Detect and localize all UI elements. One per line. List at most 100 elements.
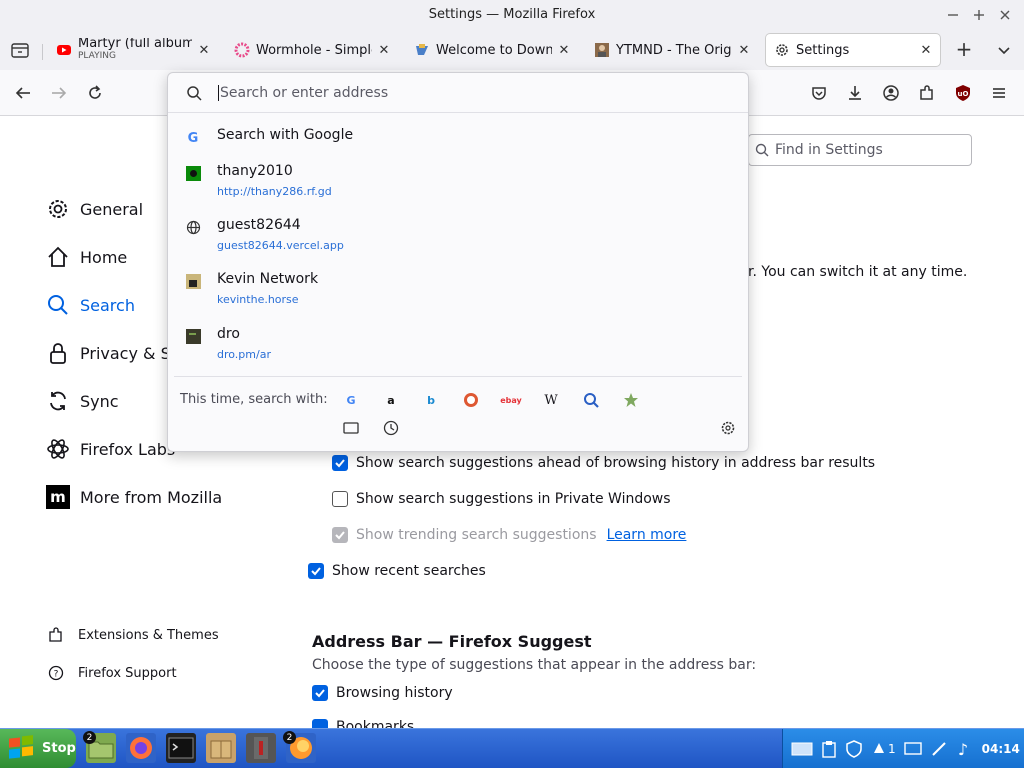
- tabs-search-icon[interactable]: [342, 419, 360, 437]
- tab-close-icon[interactable]: ✕: [558, 43, 570, 58]
- user-taskbar-icon[interactable]: [246, 733, 276, 763]
- tab-ytmnd[interactable]: YTMND - The Origin ✕: [586, 34, 758, 66]
- back-button[interactable]: [8, 78, 38, 108]
- volume-icon[interactable]: ♪: [956, 740, 970, 758]
- checkbox-checked-icon[interactable]: [312, 719, 328, 728]
- window-icon[interactable]: [903, 741, 922, 757]
- account-icon: [883, 85, 899, 101]
- sidebar-item-label: Firefox Labs: [80, 439, 176, 459]
- minimize-button[interactable]: [944, 6, 962, 24]
- suggestion-title: Search with Google: [217, 127, 354, 143]
- pocket-button[interactable]: [804, 78, 834, 108]
- tab-downth[interactable]: Welcome to DownTh ✕: [406, 34, 578, 66]
- archive-taskbar-icon[interactable]: [206, 733, 236, 763]
- find-in-settings-placeholder: Find in Settings: [775, 142, 883, 158]
- tab-close-icon[interactable]: ✕: [378, 43, 390, 58]
- urlbar-placeholder: Search or enter address: [218, 84, 389, 101]
- search-engine-icon[interactable]: [582, 391, 600, 409]
- list-all-tabs-button[interactable]: [994, 40, 1014, 60]
- download-icon: [849, 86, 861, 100]
- suggestion-title: thany2010: [217, 163, 293, 179]
- extensions-button[interactable]: [912, 78, 942, 108]
- private-windows-option[interactable]: Show search suggestions in Private Windo…: [332, 491, 671, 507]
- home-icon: [48, 246, 68, 267]
- star-engine-icon[interactable]: [622, 391, 640, 409]
- duckduckgo-engine-icon[interactable]: [462, 391, 480, 409]
- forward-button[interactable]: [44, 78, 74, 108]
- dro-favicon-icon: [186, 329, 201, 344]
- youtube-icon: [57, 45, 71, 55]
- google-engine-icon[interactable]: G: [342, 391, 360, 409]
- reload-button[interactable]: [80, 78, 110, 108]
- pen-icon[interactable]: [930, 740, 948, 758]
- clipboard-icon[interactable]: [821, 740, 837, 758]
- chevron-down-icon: [998, 47, 1010, 55]
- recent-searches-option[interactable]: Show recent searches: [308, 563, 486, 579]
- bing-engine-icon[interactable]: b: [422, 391, 440, 409]
- shield-icon[interactable]: [845, 739, 863, 758]
- start-button[interactable]: Stop: [0, 729, 76, 768]
- downloads-button[interactable]: [840, 78, 870, 108]
- history-search-icon[interactable]: [382, 419, 400, 437]
- sidebar-item-search[interactable]: Search: [46, 290, 135, 320]
- suggest-ahead-option[interactable]: Show search suggestions ahead of browsin…: [332, 455, 875, 471]
- extensions-themes-link[interactable]: Extensions & Themes: [48, 624, 219, 646]
- checkbox-unchecked-icon[interactable]: [332, 491, 348, 507]
- firefox-view-button[interactable]: [8, 38, 32, 62]
- learn-more-link[interactable]: Learn more: [607, 527, 687, 543]
- checkbox-checked-icon[interactable]: [308, 563, 324, 579]
- maximize-button[interactable]: [970, 6, 988, 24]
- sidebar-item-privacy[interactable]: Privacy & Se: [46, 338, 181, 368]
- account-button[interactable]: [876, 78, 906, 108]
- system-tray: 1 ♪ 04:14: [782, 729, 1024, 768]
- clock: 04:14: [981, 741, 1020, 756]
- option-label: Show search suggestions in Private Windo…: [356, 491, 671, 507]
- sidebar-item-label: More from Mozilla: [80, 487, 223, 507]
- urlbar-input[interactable]: Search or enter address: [168, 73, 748, 113]
- checkbox-checked-icon[interactable]: [332, 455, 348, 471]
- new-tab-button[interactable]: +: [954, 39, 974, 60]
- terminal-taskbar-icon[interactable]: [166, 733, 196, 763]
- search-icon: [755, 143, 769, 157]
- firefox-taskbar-icon[interactable]: [126, 733, 156, 763]
- suggestion-title: Kevin Network: [217, 271, 319, 287]
- wikipedia-engine-icon[interactable]: W: [542, 391, 560, 409]
- sidebar-item-firefox-labs[interactable]: Firefox Labs: [46, 434, 175, 464]
- find-in-settings-input[interactable]: Find in Settings: [748, 134, 972, 166]
- globe-icon: [186, 220, 201, 235]
- suggestion-item[interactable]: guest82644 guest82644.vercel.app: [186, 217, 344, 252]
- suggestion-item[interactable]: dro dro.pm/ar: [186, 326, 271, 361]
- option-label: Show recent searches: [332, 563, 486, 579]
- display-icon[interactable]: [791, 740, 813, 758]
- sidebar-item-sync[interactable]: Sync: [46, 386, 119, 416]
- browsing-history-option[interactable]: Browsing history: [312, 685, 453, 701]
- suggestion-search-google[interactable]: G Search with Google: [186, 127, 353, 145]
- tab-close-icon[interactable]: ✕: [738, 43, 750, 58]
- sidebar-item-general[interactable]: General: [46, 194, 143, 224]
- sidebar-item-more-from-mozilla[interactable]: m More from Mozilla: [46, 482, 222, 512]
- tab-wormhole[interactable]: Wormhole - Simple, p ✕: [226, 34, 398, 66]
- firefox-support-link[interactable]: ? Firefox Support: [48, 662, 177, 684]
- mozilla-icon: m: [46, 485, 70, 509]
- tab-playing-label: PLAYING: [78, 51, 116, 61]
- tab-martyr[interactable]: Martyr (full album) - PLAYING ✕: [48, 34, 218, 66]
- amazon-engine-icon[interactable]: a: [382, 391, 400, 409]
- ebay-engine-icon[interactable]: ebay: [500, 391, 522, 409]
- sync-icon: [50, 391, 66, 411]
- ublock-origin-icon: uO: [956, 85, 970, 101]
- app-menu-button[interactable]: [984, 78, 1014, 108]
- tab-close-icon[interactable]: ✕: [920, 43, 932, 58]
- suggestion-item[interactable]: Kevin Network kevinthe.horse: [186, 271, 318, 306]
- sidebar-item-home[interactable]: Home: [46, 242, 127, 272]
- search-settings-gear-icon[interactable]: [719, 419, 737, 437]
- close-window-button[interactable]: [996, 6, 1014, 24]
- firefox-support-label: Firefox Support: [78, 665, 177, 681]
- notification-icon[interactable]: [871, 741, 887, 757]
- ublock-button[interactable]: uO: [948, 78, 978, 108]
- tab-settings[interactable]: Settings ✕: [766, 34, 940, 66]
- bookmarks-option[interactable]: Bookmarks: [312, 719, 414, 728]
- suggestion-item[interactable]: thany2010 http://thany286.rf.gd: [186, 163, 332, 198]
- checkbox-checked-icon[interactable]: [312, 685, 328, 701]
- tab-close-icon[interactable]: ✕: [198, 43, 210, 58]
- option-label: Browsing history: [336, 685, 453, 701]
